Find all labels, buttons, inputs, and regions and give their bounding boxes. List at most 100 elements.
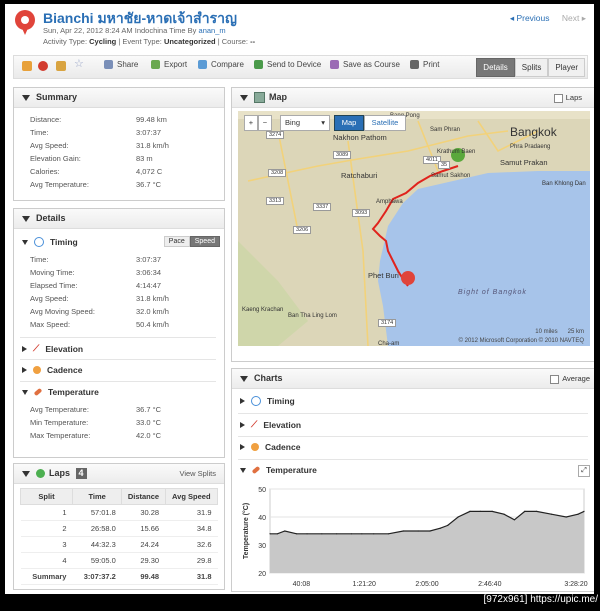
- chart-temperature-toggle[interactable]: Temperature: [240, 465, 317, 475]
- event-type-label: | Event Type:: [118, 37, 162, 46]
- elevation-section-toggle[interactable]: ⟋ Elevation: [22, 343, 83, 354]
- map-header[interactable]: Map Laps: [232, 88, 594, 108]
- cadence-title: Cadence: [47, 365, 83, 375]
- cadence-section-toggle[interactable]: Cadence: [22, 365, 82, 375]
- course-label: | Course:: [217, 37, 249, 46]
- end-marker-icon[interactable]: [401, 271, 415, 285]
- column-header[interactable]: Distance: [121, 488, 166, 505]
- export-button[interactable]: Export: [151, 60, 187, 69]
- table-cell: 24.24: [121, 536, 166, 553]
- pager: ◂ Previous Next ▸: [510, 13, 586, 24]
- toolbar: ☆ Share Export Compare Send to Device Sa…: [13, 55, 588, 79]
- gift-icon[interactable]: [56, 61, 66, 71]
- save-as-course-button[interactable]: Save as Course: [330, 60, 400, 69]
- delete-icon[interactable]: [38, 61, 48, 71]
- table-cell: 30.28: [121, 504, 166, 521]
- chart-elevation-title: Elevation: [263, 419, 302, 430]
- activity-type-value[interactable]: Cycling: [89, 37, 116, 46]
- zoom-out-button[interactable]: −: [258, 115, 272, 131]
- summary-row: Summary 3:07:37.2 99.48 31.8: [20, 568, 218, 585]
- previous-link[interactable]: ◂ Previous: [510, 13, 550, 23]
- data-point: [361, 533, 363, 535]
- chart-timing-toggle[interactable]: Timing: [240, 396, 295, 406]
- map-place-label: Cha-am: [378, 341, 400, 346]
- data-point: [373, 533, 375, 535]
- tab-details[interactable]: Details: [476, 58, 515, 77]
- table-cell: 31.8: [165, 568, 218, 585]
- table-cell: 31.9: [165, 504, 218, 521]
- share-button[interactable]: Share: [104, 60, 138, 69]
- chart-cadence-toggle[interactable]: Cadence: [240, 442, 300, 452]
- road-number-label: 35: [438, 161, 451, 169]
- satellite-view-button[interactable]: Satellite: [364, 115, 406, 131]
- user-link[interactable]: anan_m: [199, 26, 226, 35]
- stat-label: Elapsed Time:: [30, 281, 78, 290]
- x-tick-label: 2:46:40: [478, 581, 501, 588]
- table-cell: 44:32.3: [72, 536, 122, 553]
- map-place-label: Nakhon Pathom: [333, 133, 387, 142]
- speed-toggle[interactable]: Speed: [189, 236, 220, 247]
- map-scale: 10 miles 25 km: [535, 329, 584, 335]
- laps-table: Split Time Distance Avg Speed 1 57:01.8 30.28…: [20, 488, 219, 585]
- laps-header[interactable]: Laps 4 View Splits: [14, 464, 224, 484]
- map-title: Map: [269, 92, 287, 102]
- data-point: [269, 533, 271, 535]
- map-view-button[interactable]: Map: [334, 115, 364, 131]
- compare-button[interactable]: Compare: [198, 60, 244, 69]
- data-point: [565, 516, 567, 518]
- column-header[interactable]: Time: [71, 488, 123, 505]
- laps-count-badge: 4: [75, 468, 87, 479]
- stat-label: Calories:: [30, 167, 60, 176]
- divider: [238, 436, 588, 437]
- map-icon: [254, 92, 265, 104]
- table-cell: 3: [20, 536, 73, 553]
- table-cell: 32.6: [165, 536, 218, 553]
- expand-icon: [22, 345, 27, 352]
- table-row[interactable]: 1 57:01.8 30.28 31.9: [20, 504, 218, 521]
- data-point: [491, 510, 493, 512]
- tab-splits[interactable]: Splits: [514, 58, 549, 77]
- laps-checkbox[interactable]: Laps: [553, 88, 582, 107]
- map-place-label: Amphawa: [376, 199, 403, 205]
- chart-elevation-toggle[interactable]: ⟋ Elevation: [240, 419, 301, 430]
- table-row[interactable]: 3 44:32.3 24.24 32.6: [20, 536, 218, 553]
- edit-icon[interactable]: [22, 61, 32, 71]
- laps-icon: [36, 469, 45, 479]
- chart-timing-title: Timing: [267, 396, 295, 406]
- print-button[interactable]: Print: [410, 60, 439, 69]
- event-type-value[interactable]: Uncategorized: [164, 37, 216, 46]
- map-place-label: Bight of Bangkok: [458, 289, 527, 296]
- tab-player[interactable]: Player: [548, 58, 585, 77]
- temperature-section-toggle[interactable]: Temperature: [22, 387, 99, 397]
- zoom-in-button[interactable]: +: [244, 115, 258, 131]
- course-value[interactable]: --: [250, 37, 255, 46]
- map-canvas[interactable]: Bang PongPhotharamNakhon PathomSam Phran…: [238, 111, 590, 346]
- y-tick-label: 50: [258, 487, 266, 494]
- watermark: [972x961] https://upic.me/: [483, 594, 598, 605]
- table-row[interactable]: 4 59:05.0 29.30 29.8: [20, 552, 218, 569]
- charts-header[interactable]: Charts Average: [232, 369, 594, 389]
- compare-label: Compare: [211, 60, 244, 69]
- table-row[interactable]: 2 26:58.0 15.66 34.8: [20, 520, 218, 537]
- laps-checkbox-label: Laps: [565, 93, 582, 102]
- map-place-label: Phet Buri: [368, 271, 399, 280]
- map-provider-select[interactable]: Bing ▾: [280, 115, 330, 131]
- data-point: [536, 510, 538, 512]
- send-to-device-button[interactable]: Send to Device: [254, 60, 321, 69]
- send-label: Send to Device: [267, 60, 322, 69]
- pace-toggle[interactable]: Pace: [163, 236, 190, 247]
- column-header[interactable]: Avg Speed: [164, 488, 219, 505]
- summary-header[interactable]: Summary: [14, 88, 224, 108]
- details-header[interactable]: Details: [14, 209, 224, 229]
- view-splits-link[interactable]: View Splits: [179, 464, 216, 483]
- data-point: [447, 524, 449, 526]
- data-point: [387, 533, 390, 535]
- stat-value: 42.0 °C: [136, 431, 162, 440]
- next-link: Next ▸: [561, 13, 586, 23]
- average-checkbox[interactable]: Average: [550, 369, 590, 388]
- star-icon[interactable]: ☆: [74, 59, 84, 70]
- expand-chart-icon[interactable]: ⤢: [578, 465, 590, 477]
- timing-section-toggle[interactable]: Timing: [22, 237, 78, 247]
- column-header[interactable]: Split: [20, 488, 73, 505]
- summary-panel: Summary Distance: 99.48 km Time: 3:07:37 Avg…: [13, 87, 225, 201]
